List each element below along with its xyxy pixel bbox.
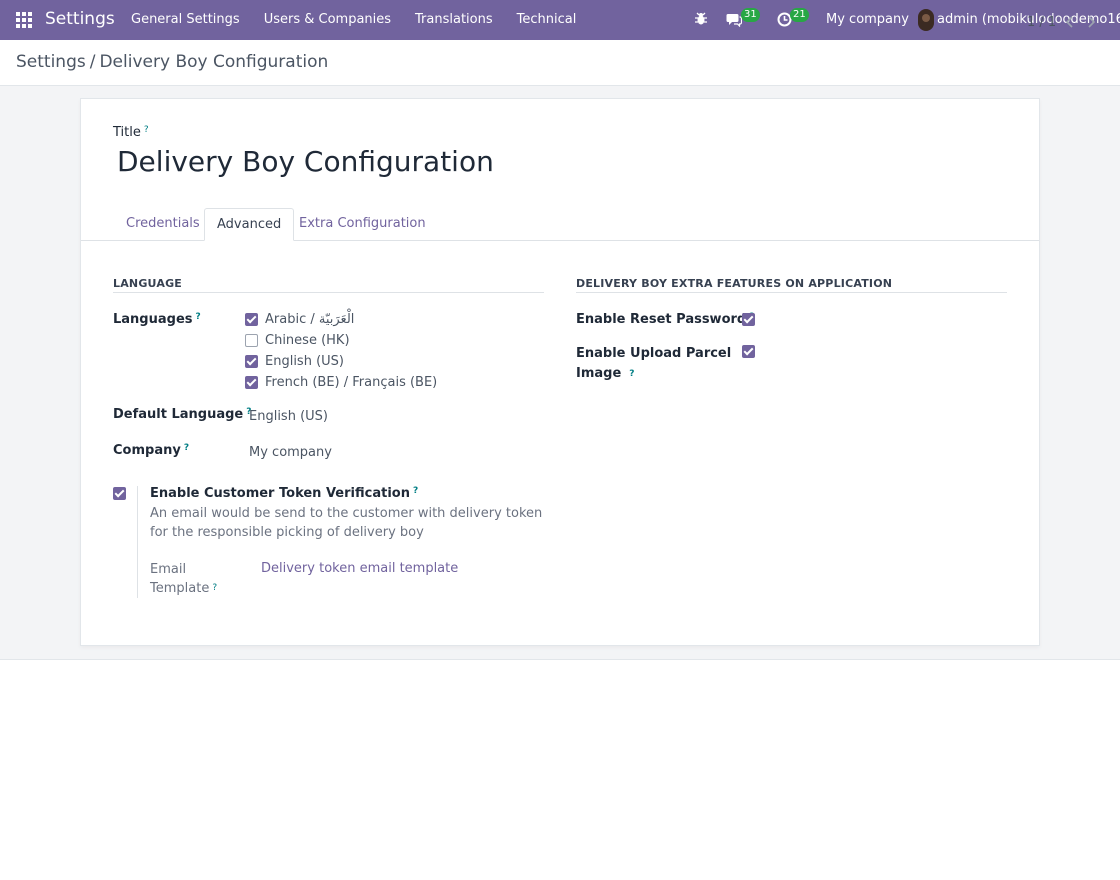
app-name[interactable]: Settings [45,9,115,29]
upload-parcel-label: Enable Upload Parcel Image? [576,346,732,381]
chevron-left-icon[interactable] [1065,15,1075,29]
language-checkbox-english[interactable] [245,355,258,368]
token-verification-checkbox[interactable] [113,487,126,500]
breadcrumb: Settings / Delivery Boy Configuration [16,52,328,72]
language-label-french: French (BE) / Français (BE) [265,375,438,390]
features-section-divider [576,292,1007,293]
language-section-title: LANGUAGE [113,277,183,290]
main-menu: General Settings Users & Companies Trans… [131,12,600,27]
reset-password-label: Enable Reset Password? [576,312,754,327]
chevron-right-icon[interactable] [1086,15,1096,29]
title-field[interactable]: Delivery Boy Configuration [117,145,494,178]
activity-count-badge: 21 [790,8,809,22]
company-label: Company? [113,443,190,458]
tab-credentials[interactable]: Credentials [114,208,212,241]
menu-general-settings[interactable]: General Settings [131,12,240,27]
tab-advanced[interactable]: Advanced [204,208,295,241]
default-language-label: Default Language? [113,407,252,422]
help-tooltip-icon[interactable]: ? [184,443,189,453]
breadcrumb-settings[interactable]: Settings [16,52,86,72]
tab-extra-configuration[interactable]: Extra Configuration [287,208,438,241]
language-checkbox-chinese[interactable] [245,334,258,347]
token-verification-description: An email would be send to the customer w… [150,506,543,540]
upload-parcel-checkbox[interactable] [742,345,755,358]
token-verification-indent-bar [137,486,138,598]
features-section-title: DELIVERY BOY EXTRA FEATURES ON APPLICATI… [576,277,893,290]
language-label-english: English (US) [265,354,344,369]
language-section-divider [113,292,544,293]
menu-users-companies[interactable]: Users & Companies [264,12,391,27]
breadcrumb-current: Delivery Boy Configuration [99,52,329,72]
breadcrumb-separator: / [89,52,96,72]
apps-grid-icon[interactable] [16,12,32,28]
top-navbar: Settings General Settings Users & Compan… [0,0,1120,40]
chat-count-badge: 31 [741,8,760,22]
menu-technical[interactable]: Technical [517,12,577,27]
email-template-label: Email Template? [150,562,218,596]
reset-password-checkbox[interactable] [742,313,755,326]
language-label-arabic: Arabic / الْعَرَبيّة [265,312,355,327]
bug-icon[interactable] [694,12,708,26]
language-checkbox-arabic[interactable] [245,313,258,326]
control-panel: Settings / Delivery Boy Configuration [0,40,1120,86]
default-language-field[interactable]: English (US) [249,409,328,424]
help-tooltip-icon[interactable]: ? [144,125,149,135]
languages-label: Languages? [113,312,201,327]
menu-translations[interactable]: Translations [415,12,493,27]
help-tooltip-icon[interactable]: ? [212,583,217,593]
email-template-field[interactable]: Delivery token email template [261,561,458,576]
chat-icon[interactable] [726,12,742,27]
language-label-chinese: Chinese (HK) [265,333,350,348]
help-tooltip-icon[interactable]: ? [413,486,418,496]
pager-value[interactable]: 1 / 1 [1027,15,1056,30]
company-field[interactable]: My company [249,445,332,460]
token-verification-label: Enable Customer Token Verification? [150,486,419,501]
help-tooltip-icon[interactable]: ? [629,369,634,379]
avatar[interactable] [918,9,934,31]
help-tooltip-icon[interactable]: ? [196,312,201,322]
language-checkbox-french[interactable] [245,376,258,389]
title-label: Title? [113,125,149,140]
company-switcher[interactable]: My company [826,12,909,27]
